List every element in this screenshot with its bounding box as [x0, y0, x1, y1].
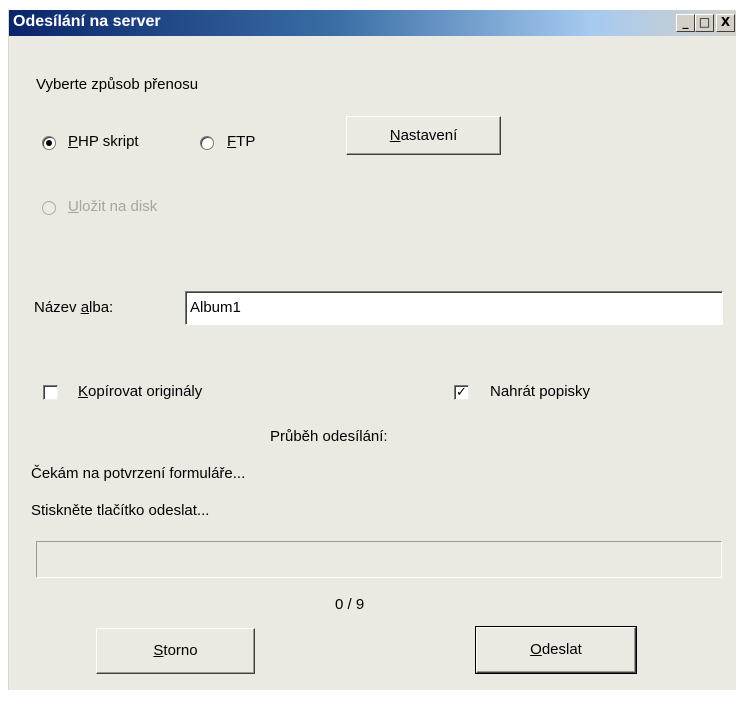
upload-captions-label: Nahrát popisky: [490, 383, 591, 400]
settings-button[interactable]: Nastavení: [346, 116, 501, 155]
progress-counter: 0 / 9: [335, 596, 365, 613]
radio-disk-indicator: [42, 201, 56, 215]
php-label: HP skript: [78, 133, 139, 150]
album-label-mnemonic: a: [80, 299, 90, 316]
title-bar[interactable]: Odesílání na server _ □ X: [9, 10, 736, 36]
album-name-label: Název alba:: [34, 299, 113, 316]
copy-originals-box[interactable]: [43, 385, 58, 400]
radio-php-indicator[interactable]: [42, 136, 56, 150]
settings-label: astavení: [400, 127, 458, 144]
cancel-mnemonic: S: [153, 642, 164, 659]
send-label: deslat: [541, 641, 582, 658]
window-title: Odesílání na server: [13, 13, 161, 30]
cancel-button[interactable]: Storno: [96, 628, 255, 674]
transfer-method-heading: Vyberte způsob přenosu: [36, 76, 199, 93]
radio-ftp-indicator[interactable]: [200, 136, 214, 150]
status-line-2: Stiskněte tlačítko odeslat...: [31, 502, 210, 519]
minimize-button[interactable]: _: [676, 14, 695, 32]
copy-originals-label: opírovat originály: [88, 383, 203, 400]
maximize-button[interactable]: □: [695, 14, 714, 32]
copy-originals-mnemonic: K: [78, 383, 89, 400]
disk-mnemonic: U: [68, 198, 79, 215]
progress-bar: [36, 541, 722, 578]
cancel-label: torno: [163, 642, 198, 659]
ftp-mnemonic: F: [227, 133, 237, 150]
php-mnemonic: P: [68, 133, 79, 150]
album-label-pre: Název: [34, 299, 81, 316]
progress-heading: Průběh odesílání:: [270, 428, 388, 445]
upload-captions-box[interactable]: ✓: [454, 385, 469, 400]
close-button[interactable]: X: [716, 14, 735, 32]
ftp-label: TP: [236, 133, 256, 150]
send-mnemonic: O: [530, 641, 542, 658]
upload-dialog: Odesílání na server _ □ X Vyberte způsob…: [8, 10, 736, 690]
settings-mnemonic: N: [389, 127, 401, 144]
album-label-post: lba:: [89, 299, 114, 316]
album-name-input[interactable]: Album1: [185, 291, 723, 325]
disk-label: ložit na disk: [78, 198, 158, 215]
send-button[interactable]: Odeslat: [475, 626, 637, 674]
status-line-1: Čekám na potvrzení formuláře...: [31, 465, 246, 482]
